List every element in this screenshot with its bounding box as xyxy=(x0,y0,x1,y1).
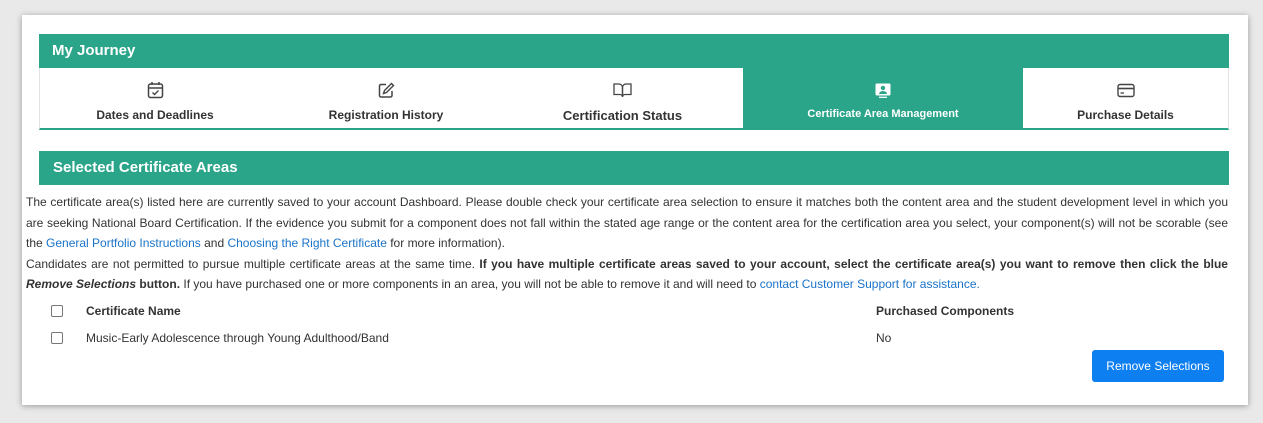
instructions-text: If you have purchased one or more compon… xyxy=(180,277,760,291)
credit-card-icon xyxy=(1116,80,1135,100)
table-header-row: Certificate Name Purchased Components xyxy=(26,300,1228,322)
select-all-checkbox[interactable] xyxy=(51,305,63,317)
tab-label: Registration History xyxy=(328,108,444,122)
row-select-checkbox[interactable] xyxy=(51,332,63,344)
journey-tabs: Dates and Deadlines Registration History… xyxy=(39,68,1229,130)
certificate-name: Music-Early Adolescence through Young Ad… xyxy=(86,331,389,345)
instructions-text: for more information). xyxy=(386,236,505,250)
journey-card: My Journey Dates and Deadlines Registrat… xyxy=(22,15,1248,405)
presentation-icon xyxy=(875,80,891,100)
purchased-components-header: Purchased Components xyxy=(876,304,1015,318)
instructions-text: If you have multiple certificate areas s… xyxy=(479,256,1228,271)
tab-purchase-details[interactable]: Purchase Details xyxy=(1023,68,1228,128)
contact-customer-support-link[interactable]: contact Customer Support for assistance. xyxy=(760,277,980,291)
instructions-paragraph-2: Candidates are not permitted to pursue m… xyxy=(26,254,1228,295)
journey-title: My Journey xyxy=(39,34,1229,68)
choosing-right-certificate-link[interactable]: Choosing the Right Certificate xyxy=(227,236,386,250)
instructions-text: and xyxy=(200,236,228,250)
instructions-text: button. xyxy=(136,277,181,291)
tab-registration-history[interactable]: Registration History xyxy=(270,68,502,128)
edit-icon xyxy=(378,80,395,100)
tab-label: Certification Status xyxy=(562,108,683,123)
calendar-check-icon xyxy=(147,80,164,100)
tab-label: Certificate Area Management xyxy=(807,108,959,120)
remove-selections-button[interactable]: Remove Selections xyxy=(1092,350,1224,382)
certificate-area-instructions: The certificate area(s) listed here are … xyxy=(26,192,1228,295)
tab-label: Purchase Details xyxy=(1077,108,1174,122)
general-portfolio-instructions-link[interactable]: General Portfolio Instructions xyxy=(46,236,201,250)
table-row: Music-Early Adolescence through Young Ad… xyxy=(26,327,1228,349)
tab-dates-and-deadlines[interactable]: Dates and Deadlines xyxy=(40,68,270,128)
purchased-components-value: No xyxy=(876,331,892,345)
tab-certificate-area-management[interactable]: Certificate Area Management xyxy=(743,68,1023,128)
tab-certification-status[interactable]: Certification Status xyxy=(502,68,743,128)
section-title: Selected Certificate Areas xyxy=(39,151,1229,185)
remove-selections-reference: Remove Selections xyxy=(26,277,137,291)
instructions-paragraph-1: The certificate area(s) listed here are … xyxy=(26,192,1228,254)
instructions-text: Candidates are not permitted to pursue m… xyxy=(26,256,480,271)
tab-label: Dates and Deadlines xyxy=(96,108,214,122)
book-icon xyxy=(613,80,632,100)
certificate-name-header: Certificate Name xyxy=(86,304,181,318)
